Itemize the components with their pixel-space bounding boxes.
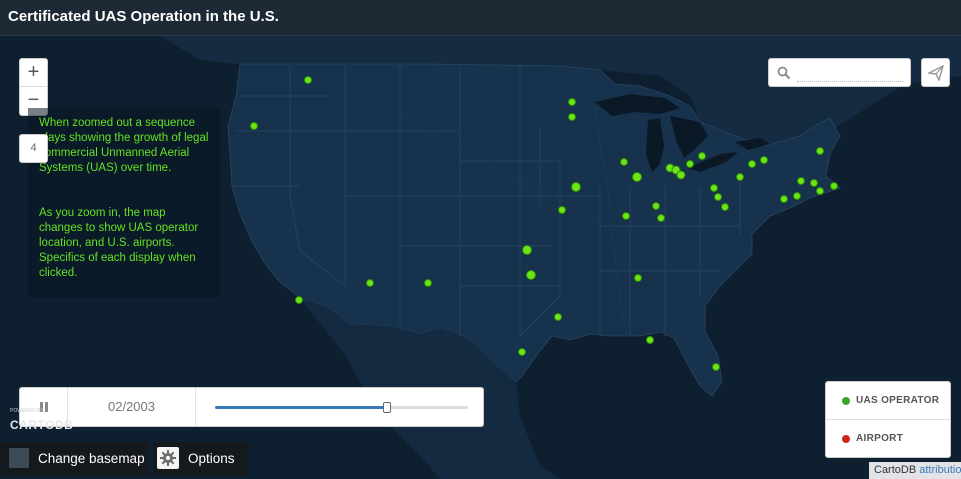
uas-point[interactable] — [620, 158, 628, 166]
attribution: CartoDB attribution — [869, 462, 961, 479]
uas-point[interactable] — [657, 214, 665, 222]
legend: UAS OPERATOR AIRPORT — [825, 381, 951, 458]
title-bar: Certificated UAS Operation in the U.S. — [0, 0, 961, 36]
uas-point[interactable] — [632, 172, 642, 182]
search-input[interactable] — [797, 65, 903, 82]
uas-point[interactable] — [366, 279, 374, 287]
legend-swatch — [842, 435, 850, 443]
uas-point[interactable] — [646, 336, 654, 344]
timeline-control: 02/2003 — [19, 387, 484, 427]
timeline-slider[interactable] — [215, 402, 468, 413]
zoom-level-indicator: 4 — [19, 134, 48, 163]
page-title: Certificated UAS Operation in the U.S. — [8, 8, 279, 25]
uas-point[interactable] — [554, 313, 562, 321]
uas-point[interactable] — [568, 113, 576, 121]
powered-by-text: POWERED BY — [10, 408, 44, 414]
attribution-link[interactable]: attribution — [919, 464, 961, 476]
uas-point[interactable] — [634, 274, 642, 282]
uas-point[interactable] — [797, 177, 805, 185]
timeline-progress — [215, 406, 388, 409]
attribution-provider: CartoDB — [874, 464, 917, 476]
uas-point[interactable] — [793, 192, 801, 200]
legend-item-airport: AIRPORT — [826, 420, 950, 458]
change-basemap-button[interactable]: Change basemap — [1, 442, 148, 475]
uas-point[interactable] — [522, 245, 532, 255]
pause-icon — [45, 402, 48, 412]
description-panel: When zoomed out a sequence plays showing… — [28, 108, 220, 298]
uas-point[interactable] — [816, 147, 824, 155]
uas-point[interactable] — [250, 122, 258, 130]
uas-point[interactable] — [712, 363, 720, 371]
options-label: Options — [188, 451, 235, 466]
cartodb-logo[interactable]: CARTODB — [10, 418, 73, 432]
change-basemap-label: Change basemap — [38, 451, 145, 466]
legend-swatch — [842, 397, 850, 405]
uas-point[interactable] — [558, 206, 566, 214]
uas-point[interactable] — [568, 98, 576, 106]
uas-point[interactable] — [424, 279, 432, 287]
uas-point[interactable] — [676, 170, 686, 180]
legend-label: UAS OPERATOR — [856, 395, 940, 406]
search-icon — [777, 66, 791, 80]
gear-icon — [157, 447, 179, 469]
uas-point[interactable] — [698, 152, 706, 160]
legend-label: AIRPORT — [856, 433, 904, 444]
uas-point[interactable] — [710, 184, 718, 192]
uas-point[interactable] — [721, 203, 729, 211]
uas-point[interactable] — [622, 212, 630, 220]
search-box — [768, 58, 911, 87]
uas-point[interactable] — [748, 160, 756, 168]
description-paragraph: As you zoom in, the map changes to show … — [39, 207, 199, 279]
timeline-handle[interactable] — [383, 402, 392, 413]
uas-point[interactable] — [780, 195, 788, 203]
uas-point[interactable] — [652, 202, 660, 210]
description-paragraph: When zoomed out a sequence plays showing… — [39, 117, 209, 174]
timeline-date: 02/2003 — [68, 388, 196, 426]
uas-point[interactable] — [571, 182, 581, 192]
uas-point[interactable] — [810, 179, 818, 187]
uas-point[interactable] — [816, 187, 824, 195]
uas-point[interactable] — [686, 160, 694, 168]
uas-point[interactable] — [760, 156, 768, 164]
options-button[interactable]: Options — [153, 442, 248, 475]
uas-point[interactable] — [736, 173, 744, 181]
share-button[interactable] — [921, 58, 950, 87]
legend-item-uas-operator: UAS OPERATOR — [826, 382, 950, 420]
zoom-in-button[interactable]: + — [20, 59, 47, 87]
uas-point[interactable] — [714, 193, 722, 201]
share-icon — [928, 65, 944, 81]
basemap-thumbnail-icon — [9, 448, 29, 468]
uas-point[interactable] — [830, 182, 838, 190]
uas-point[interactable] — [295, 296, 303, 304]
uas-point[interactable] — [518, 348, 526, 356]
uas-point[interactable] — [304, 76, 312, 84]
uas-point[interactable] — [526, 270, 536, 280]
